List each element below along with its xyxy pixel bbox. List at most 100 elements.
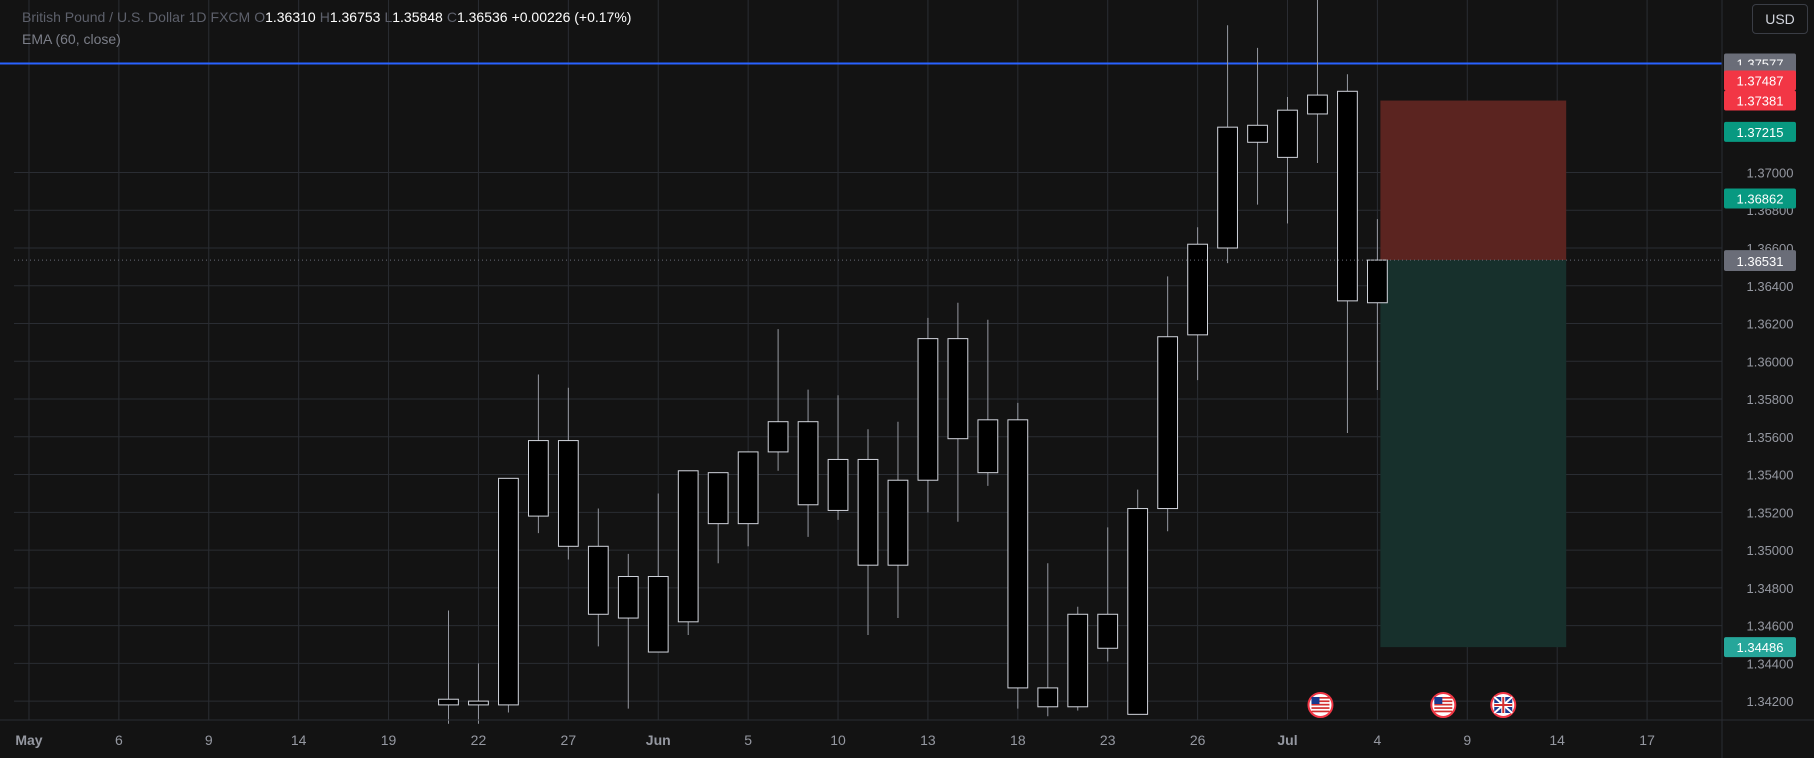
- candle-body: [647, 576, 669, 653]
- stop-loss-zone[interactable]: [1380, 100, 1567, 261]
- candle-body: [827, 458, 849, 511]
- time-tick-label: 17: [1639, 732, 1655, 748]
- price-tick-label: 1.35200: [1747, 505, 1794, 520]
- candle-body: [1157, 336, 1179, 510]
- candle-body: [977, 419, 999, 474]
- candle-body: [947, 338, 969, 440]
- chart-root[interactable]: 1.34200 1.34400 1.34600 1.34800 1.35000 1.352…: [0, 0, 1814, 758]
- candle-body: [917, 338, 939, 481]
- time-tick-label: Jun: [646, 732, 671, 748]
- candle-body: [797, 421, 819, 506]
- candle-body: [557, 440, 579, 547]
- time-tick-label: May: [15, 732, 42, 748]
- long-position-tool: [1380, 100, 1567, 648]
- time-tick-label: 9: [205, 732, 213, 748]
- candle-body: [438, 698, 459, 706]
- candle-body: [1307, 94, 1328, 115]
- uk-flag-icon[interactable]: [1490, 692, 1517, 718]
- candle-body: [1127, 508, 1149, 715]
- candle-body: [1097, 613, 1119, 649]
- price-badge: 1.37381: [1724, 90, 1796, 111]
- time-tick-label: 18: [1010, 732, 1026, 748]
- us-flag-icon[interactable]: [1307, 692, 1334, 718]
- price-badge: 1.36531: [1724, 251, 1796, 272]
- time-tick-label: 9: [1463, 732, 1471, 748]
- price-badge: 1.37487: [1724, 70, 1796, 91]
- price-tick-label: 1.34200: [1747, 694, 1794, 709]
- time-tick-label: 13: [920, 732, 936, 748]
- close-value: 1.36536: [456, 9, 508, 25]
- time-tick-label: 22: [471, 732, 487, 748]
- candle-body: [617, 576, 639, 619]
- price-badge-text: 1.37381: [1737, 94, 1784, 109]
- candle[interactable]: [677, 470, 699, 636]
- candle-body: [1337, 90, 1358, 302]
- candle-body: [527, 440, 549, 517]
- high-prefix: H: [319, 9, 330, 25]
- candle[interactable]: [1067, 606, 1089, 711]
- price-badge-text: 1.36862: [1737, 192, 1784, 207]
- exchange-label: FXCM: [210, 9, 251, 25]
- time-tick-label: 5: [744, 732, 752, 748]
- time-tick-label: 27: [561, 732, 577, 748]
- price-badge-text: 1.37215: [1737, 125, 1784, 140]
- price-tick-label: 1.35000: [1747, 543, 1794, 558]
- price-badge: 1.37215: [1724, 121, 1796, 142]
- price-tick-label: 1.36000: [1747, 354, 1794, 369]
- time-tick-label: 6: [115, 732, 123, 748]
- open-prefix: O: [254, 9, 266, 25]
- candle-body: [468, 700, 489, 706]
- low-value: 1.35848: [392, 9, 443, 25]
- candle-body: [677, 470, 699, 623]
- symbol-legend: British Pound / U.S. Dollar 1D FXCM O1.3…: [22, 9, 631, 25]
- price-scale: 1.34200 1.34400 1.34600 1.34800 1.35000 1.352…: [1747, 165, 1794, 709]
- time-tick-label: 4: [1374, 732, 1382, 748]
- indicator-legend[interactable]: EMA (60, close): [22, 31, 121, 47]
- candle-body: [498, 477, 519, 706]
- open-value: 1.36310: [265, 9, 316, 25]
- price-tick-label: 1.36200: [1747, 317, 1794, 332]
- price-tick-label: 1.34400: [1747, 656, 1794, 671]
- time-tick-label: 23: [1100, 732, 1116, 748]
- candle[interactable]: [498, 477, 519, 713]
- symbol-name[interactable]: British Pound / U.S. Dollar: [22, 9, 185, 25]
- currency-button[interactable]: USD: [1752, 4, 1808, 34]
- take-profit-zone[interactable]: [1380, 260, 1567, 648]
- time-tick-label: 10: [830, 732, 846, 748]
- price-badge-text: 1.37487: [1737, 74, 1784, 89]
- time-tick-label: 14: [1549, 732, 1565, 748]
- candle-body: [1367, 259, 1388, 304]
- candle-body: [737, 451, 759, 525]
- time-tick-label: 19: [381, 732, 397, 748]
- us-flag-icon[interactable]: [1430, 692, 1457, 718]
- time-tick-label: 14: [291, 732, 307, 748]
- candle-body: [1067, 613, 1089, 708]
- price-tick-label: 1.37000: [1747, 165, 1794, 180]
- price-chart[interactable]: 1.34200 1.34400 1.34600 1.34800 1.35000 1.352…: [0, 0, 1814, 758]
- candle-body: [1217, 126, 1238, 249]
- interval-label: 1D: [188, 9, 207, 25]
- candle[interactable]: [1007, 402, 1029, 709]
- time-tick-label: 26: [1190, 732, 1206, 748]
- candle-body: [1007, 419, 1029, 689]
- price-badge-text: 1.34486: [1737, 640, 1784, 655]
- price-badge: 1.34486: [1724, 637, 1796, 658]
- candle-body: [587, 545, 609, 615]
- candle-body: [1037, 687, 1059, 708]
- price-tick-label: 1.36400: [1747, 279, 1794, 294]
- price-tick-label: 1.34800: [1747, 581, 1794, 596]
- price-badge-text: 1.36531: [1737, 254, 1784, 269]
- candle-body: [767, 421, 789, 453]
- high-value: 1.36753: [329, 9, 381, 25]
- price-tick-label: 1.35400: [1747, 468, 1794, 483]
- time-tick-label: Jul: [1277, 732, 1297, 748]
- price-badge: 1.36862: [1724, 188, 1796, 209]
- candle-body: [707, 472, 729, 525]
- price-tick-label: 1.34600: [1747, 619, 1794, 634]
- candle[interactable]: [1127, 489, 1149, 715]
- price-tick-label: 1.35800: [1747, 392, 1794, 407]
- candle-body: [857, 458, 879, 566]
- price-tick-label: 1.35600: [1747, 430, 1794, 445]
- candle-body: [887, 479, 909, 566]
- close-prefix: C: [446, 9, 457, 25]
